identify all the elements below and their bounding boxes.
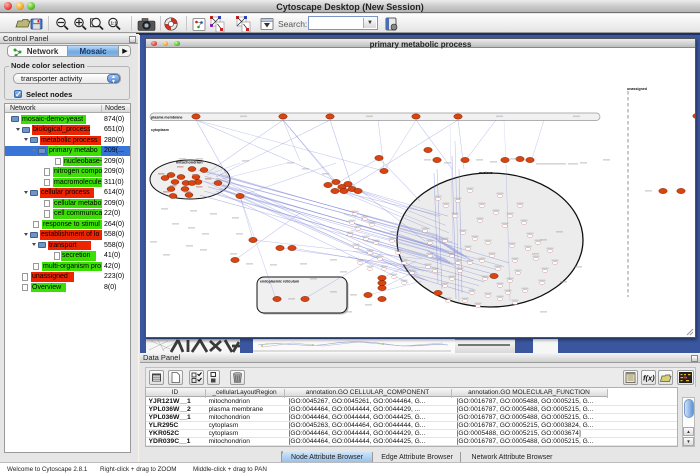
svg-text:nucleus: nucleus — [479, 171, 493, 175]
svg-text:cytoplasm: cytoplasm — [151, 128, 169, 132]
svg-text:unassigned: unassigned — [627, 87, 647, 91]
svg-text:1:1: 1:1 — [111, 21, 118, 26]
svg-text:plasma membrane: plasma membrane — [151, 116, 183, 120]
svg-text:endoplasmic reticulum: endoplasmic reticulum — [260, 280, 299, 284]
svg-text:mitochondrion: mitochondrion — [176, 161, 203, 165]
svg-text:f(x): f(x) — [643, 374, 655, 383]
